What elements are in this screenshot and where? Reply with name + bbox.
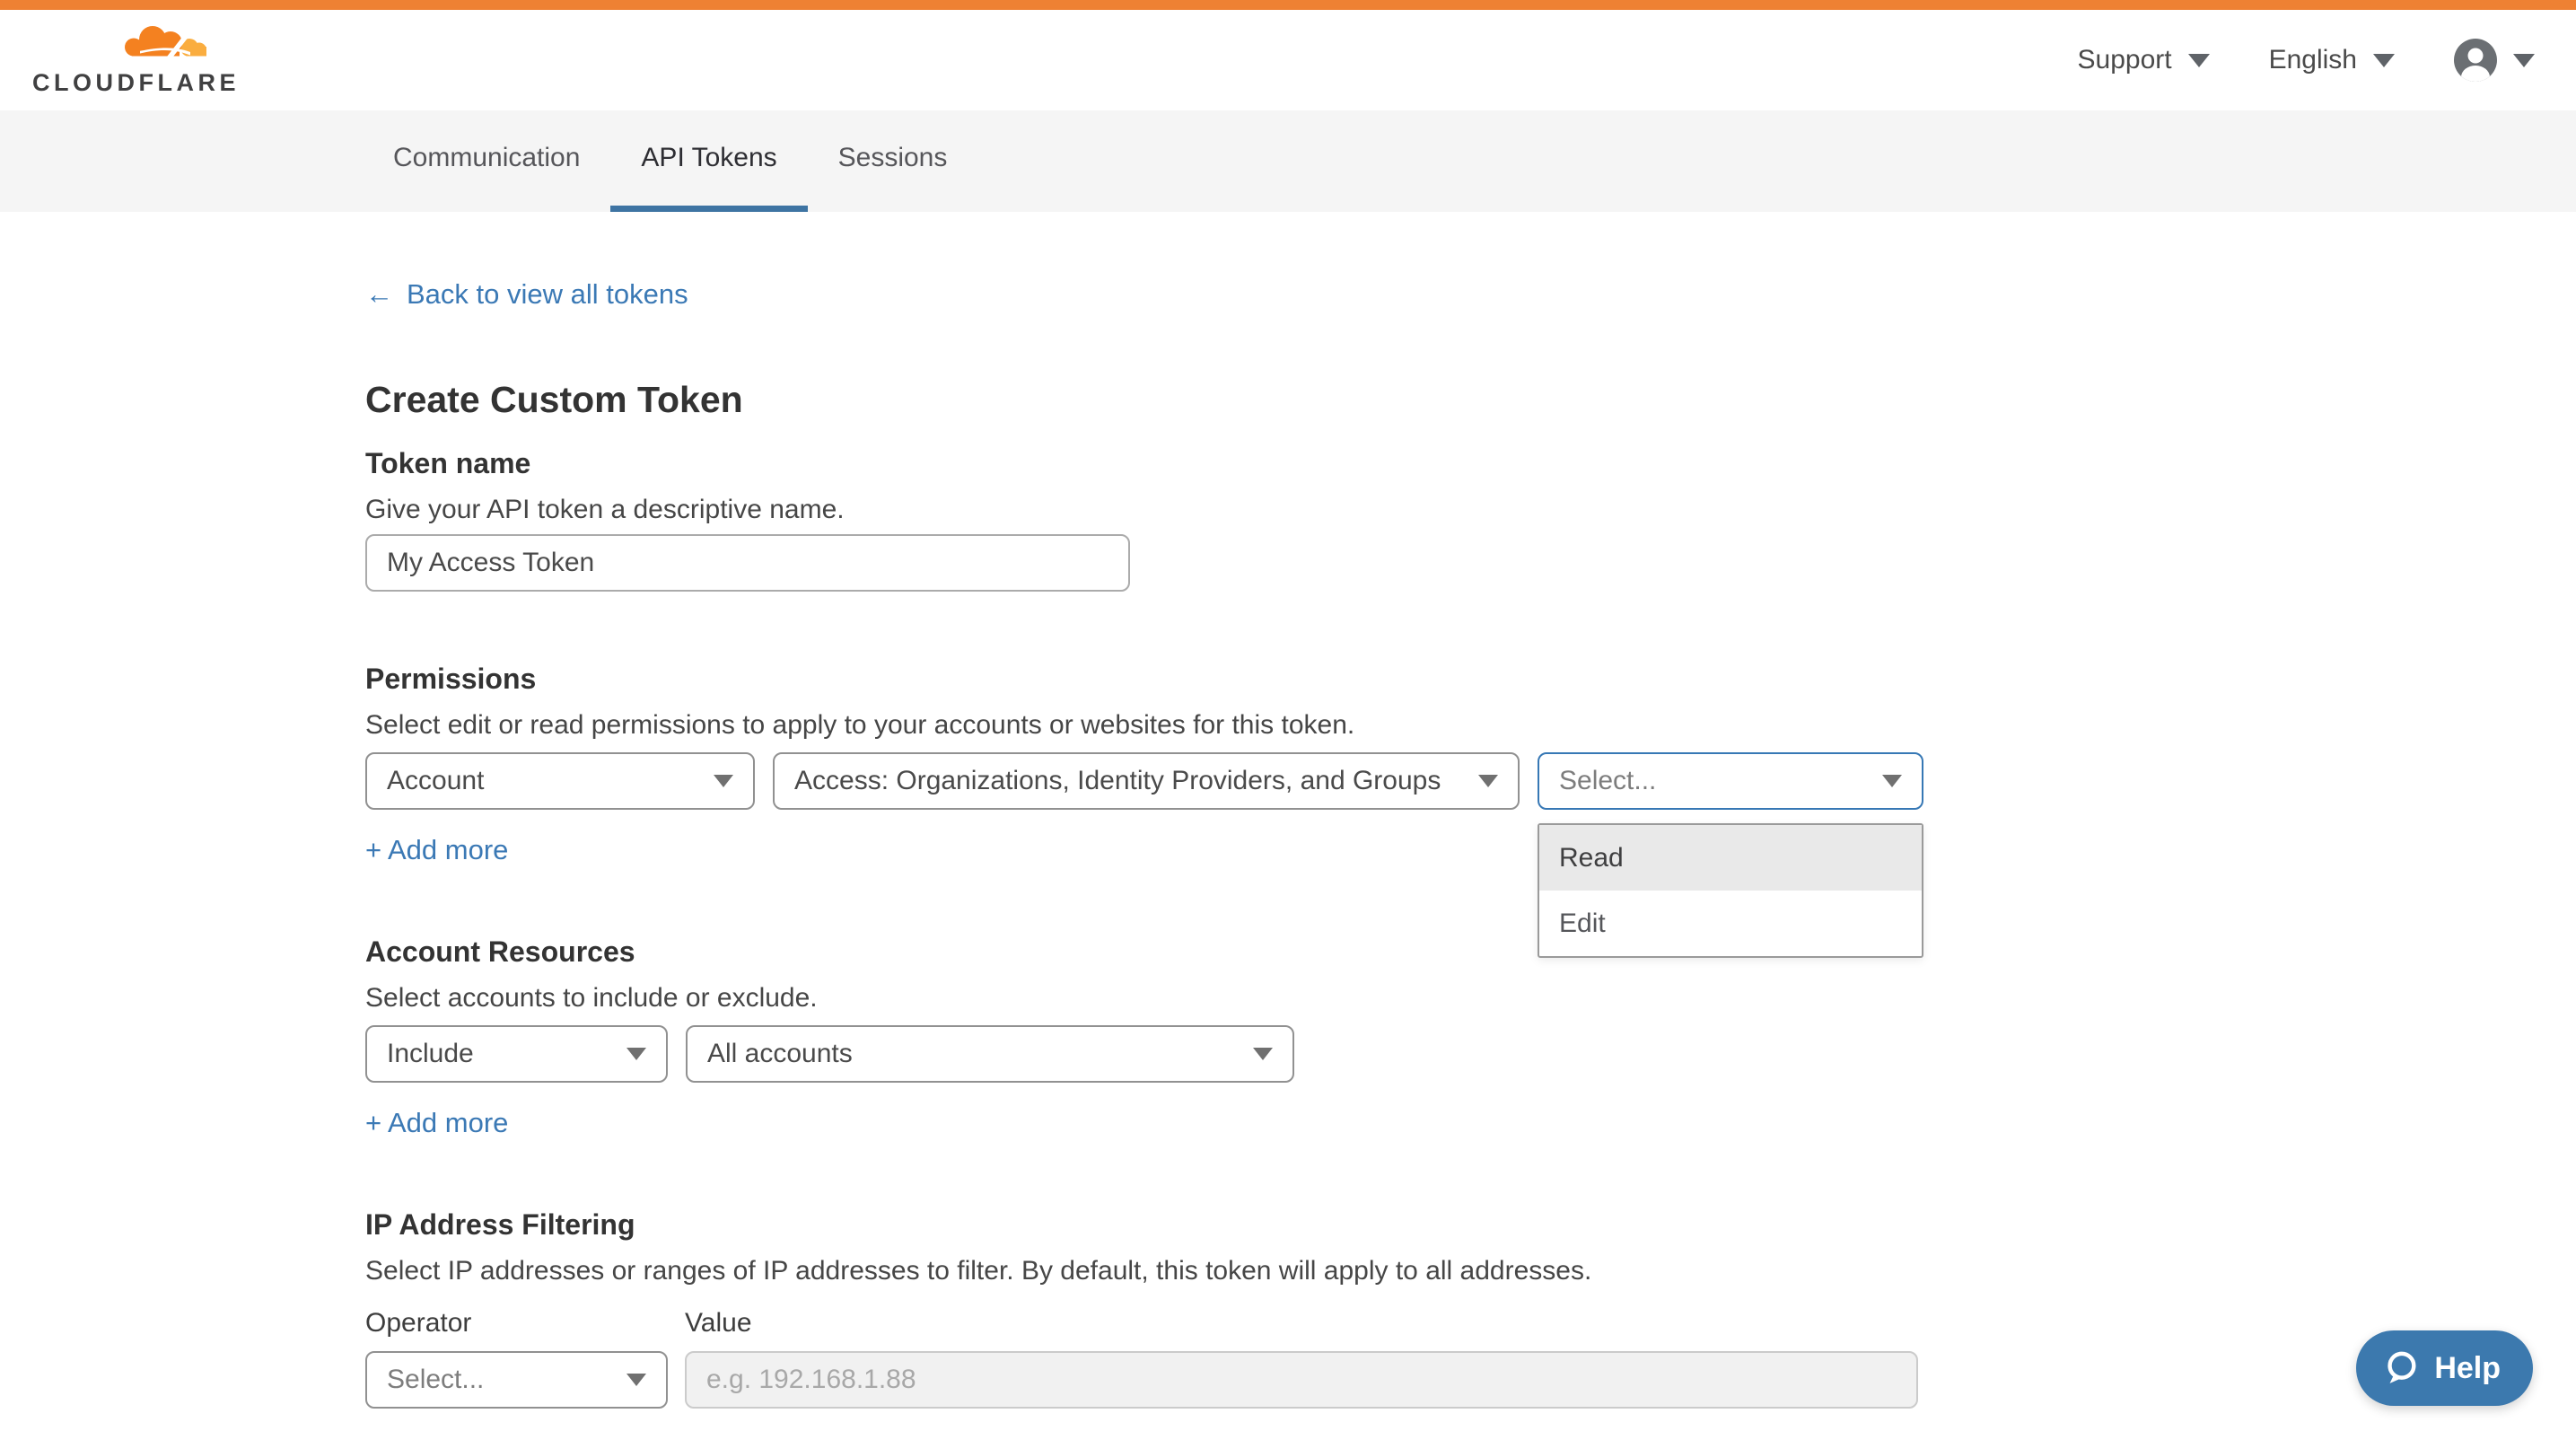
menu-option-read[interactable]: Read <box>1539 825 1922 891</box>
chevron-down-icon <box>2188 54 2210 67</box>
cloudflare-cloud-icon <box>118 24 212 69</box>
permission-scope-value: Account <box>387 766 484 796</box>
tab-sessions[interactable]: Sessions <box>808 110 978 212</box>
support-menu[interactable]: Support <box>2078 44 2210 76</box>
value-label: Value <box>685 1307 752 1339</box>
main-content: ← Back to view all tokens Create Custom … <box>0 212 2576 1409</box>
page-title: Create Custom Token <box>365 378 2576 421</box>
permission-access-placeholder: Select... <box>1559 766 1656 796</box>
account-resources-add-more-link[interactable]: + Add more <box>365 1107 508 1139</box>
permissions-description: Select edit or read permissions to apply… <box>365 709 2576 742</box>
permissions-row: Account Access: Organizations, Identity … <box>365 752 2576 810</box>
operator-label: Operator <box>365 1307 685 1339</box>
ip-filtering-heading: IP Address Filtering <box>365 1207 2576 1242</box>
token-name-heading: Token name <box>365 445 2576 481</box>
cloudflare-logo[interactable]: CLOUDFLARE <box>32 24 240 96</box>
chevron-down-icon <box>1253 1048 1273 1060</box>
support-label: Support <box>2078 44 2172 76</box>
ip-operator-select[interactable]: Select... <box>365 1351 668 1409</box>
account-resources-description: Select accounts to include or exclude. <box>365 982 2576 1014</box>
header-actions: Support English <box>2078 39 2535 82</box>
chevron-down-icon <box>626 1374 646 1386</box>
language-menu[interactable]: English <box>2269 44 2395 76</box>
account-menu[interactable] <box>2454 39 2535 82</box>
chevron-down-icon <box>2373 54 2395 67</box>
back-link-label: Back to view all tokens <box>407 278 688 311</box>
menu-option-edit[interactable]: Edit <box>1539 891 1922 956</box>
chat-bubble-icon <box>2381 1348 2421 1388</box>
account-resources-row: Include All accounts <box>365 1025 2576 1083</box>
language-label: English <box>2269 44 2357 76</box>
chevron-down-icon <box>1882 775 1902 787</box>
ip-operator-placeholder: Select... <box>387 1365 484 1395</box>
ip-value-input[interactable] <box>685 1351 1918 1409</box>
chevron-down-icon <box>714 775 733 787</box>
user-avatar-icon <box>2454 39 2497 82</box>
resource-accounts-value: All accounts <box>707 1039 853 1069</box>
tab-communication[interactable]: Communication <box>363 110 610 212</box>
brand-accent-bar <box>0 0 2576 10</box>
resource-mode-select[interactable]: Include <box>365 1025 668 1083</box>
help-button[interactable]: Help <box>2356 1330 2533 1406</box>
permissions-heading: Permissions <box>365 661 2576 697</box>
tab-api-tokens[interactable]: API Tokens <box>610 110 807 212</box>
ip-filtering-labels: Operator Value <box>365 1307 2576 1339</box>
token-name-input[interactable] <box>365 534 1130 592</box>
permission-resource-select[interactable]: Access: Organizations, Identity Provider… <box>773 752 1520 810</box>
permission-access-select[interactable]: Select... <box>1538 752 1923 810</box>
permission-resource-value: Access: Organizations, Identity Provider… <box>794 766 1441 796</box>
permission-access-menu: Read Edit <box>1538 823 1923 958</box>
header: CLOUDFLARE Support English <box>0 10 2576 110</box>
resource-mode-value: Include <box>387 1039 474 1069</box>
chevron-down-icon <box>1478 775 1498 787</box>
back-link[interactable]: ← Back to view all tokens <box>365 278 688 311</box>
chevron-down-icon <box>2513 54 2535 67</box>
back-arrow-icon: ← <box>365 278 393 311</box>
logo-text: CLOUDFLARE <box>32 69 240 96</box>
account-resources-heading: Account Resources <box>365 934 2576 970</box>
ip-filtering-row: Select... <box>365 1351 2576 1409</box>
chevron-down-icon <box>626 1048 646 1060</box>
ip-filtering-description: Select IP addresses or ranges of IP addr… <box>365 1255 2576 1287</box>
permission-scope-select[interactable]: Account <box>365 752 755 810</box>
profile-tabs: Communication API Tokens Sessions <box>0 110 2576 212</box>
token-name-description: Give your API token a descriptive name. <box>365 494 2576 526</box>
permissions-add-more-link[interactable]: + Add more <box>365 834 508 866</box>
resource-accounts-select[interactable]: All accounts <box>686 1025 1294 1083</box>
permission-access-select-wrap: Select... Read Edit <box>1538 752 1923 810</box>
help-button-label: Help <box>2434 1351 2501 1386</box>
